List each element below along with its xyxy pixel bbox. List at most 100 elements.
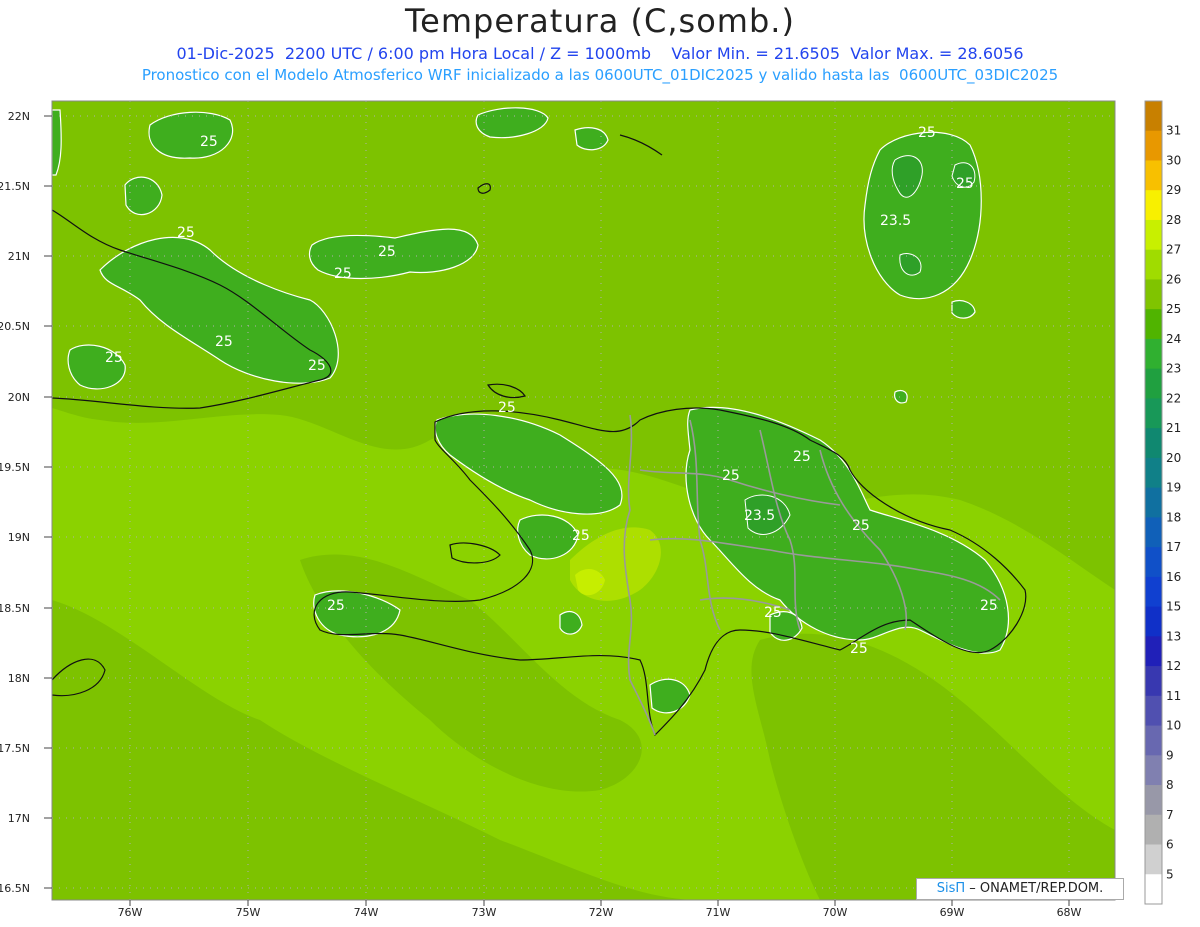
colorbar-label: 5 [1166, 867, 1174, 881]
contour-label: 25 [105, 350, 123, 366]
contour-label: 25 [850, 641, 868, 657]
colorbar-label: 15 [1166, 600, 1181, 614]
colorbar-label: 9 [1166, 748, 1174, 762]
lon-label: 71W [706, 906, 731, 919]
contour-label: 25 [572, 528, 590, 544]
colorbar-label: 8 [1166, 778, 1174, 792]
colorbar-swatch [1145, 547, 1162, 578]
colorbar-label: 6 [1166, 838, 1174, 852]
contour-label: 25 [764, 605, 782, 621]
lat-label: 22N [8, 110, 30, 123]
colorbar-swatch [1145, 457, 1162, 489]
lon-label: 73W [472, 906, 497, 919]
contour-label: 25 [378, 244, 396, 260]
colorbar-swatch [1145, 487, 1162, 518]
colorbar-swatch [1145, 219, 1162, 251]
lat-label: 20.5N [0, 320, 30, 333]
credit-text: – ONAMET/REP.DOM. [969, 881, 1104, 896]
colorbar-swatch [1145, 398, 1162, 429]
colorbar-swatch [1145, 249, 1162, 280]
colorbar-legend: 31 30 29 28 27 26 25 24 23 22 21 20 19 18 17 16 15 13 12 11… [1144, 100, 1181, 905]
contour-label: 23.5 [744, 508, 775, 524]
colorbar-label: 12 [1166, 659, 1181, 673]
colorbar-label: 19 [1166, 481, 1181, 495]
colorbar-swatch [1145, 279, 1162, 310]
contour-label: 25 [722, 468, 740, 484]
contour-label: 23.5 [880, 213, 911, 229]
contour-label: 25 [918, 125, 936, 141]
colorbar-swatch [1145, 695, 1162, 727]
colorbar-label: 17 [1166, 540, 1181, 554]
colorbar-label: 28 [1166, 213, 1181, 227]
lon-label: 72W [589, 906, 614, 919]
lat-label: 19N [8, 531, 30, 544]
latitude-axis: 22N 21.5N 21N 20.5N 20N 19.5N 19N 18.5N … [0, 110, 52, 895]
lat-label: 19.5N [0, 461, 30, 474]
sispi-logo: SisΠ [936, 881, 966, 896]
contour-label: 25 [308, 358, 326, 374]
contour-label: 25 [334, 266, 352, 282]
contour-label: 25 [852, 518, 870, 534]
lon-label: 70W [823, 906, 848, 919]
colorbar-label: 24 [1166, 332, 1181, 346]
colorbar-swatch [1145, 309, 1162, 340]
contour-label: 25 [793, 449, 811, 465]
colorbar-label: 13 [1166, 629, 1181, 643]
colorbar-swatch [1145, 160, 1162, 191]
contour-label: 25 [177, 225, 195, 241]
colorbar-label: 25 [1166, 302, 1181, 316]
temperature-map: 25 25 25 25 25 25 25 25 25 25 25 25 25 2… [0, 100, 1181, 919]
lat-label: 21N [8, 250, 30, 263]
colorbar-label: 22 [1166, 391, 1181, 405]
colorbar-label: 20 [1166, 451, 1181, 465]
colorbar-swatch [1145, 666, 1162, 697]
contour-label: 25 [215, 334, 233, 350]
lat-label: 18.5N [0, 602, 30, 615]
colorbar-swatch [1145, 368, 1162, 399]
colorbar-swatch [1145, 428, 1162, 459]
colorbar-label: 16 [1166, 570, 1181, 584]
colorbar-swatch [1145, 755, 1162, 786]
lon-label: 75W [236, 906, 261, 919]
lat-label: 17.5N [0, 742, 30, 755]
lon-label: 74W [354, 906, 379, 919]
credit-box: SisΠ – ONAMET/REP.DOM. [916, 878, 1124, 900]
colorbar-swatch [1145, 814, 1162, 846]
contour-label: 25 [327, 598, 345, 614]
colorbar-label: 31 [1166, 124, 1181, 138]
lat-label: 16.5N [0, 882, 30, 895]
colorbar-label: 10 [1166, 719, 1181, 733]
contour-label: 25 [498, 400, 516, 416]
colorbar-swatch [1145, 576, 1162, 608]
colorbar-label: 23 [1166, 362, 1181, 376]
colorbar-label: 30 [1166, 153, 1181, 167]
contour-label: 25 [980, 598, 998, 614]
colorbar-label: 26 [1166, 272, 1181, 286]
colorbar-swatch [1145, 844, 1162, 875]
lon-label: 68W [1057, 906, 1082, 919]
colorbar-swatch [1145, 785, 1162, 816]
lat-label: 18N [8, 672, 30, 685]
colorbar-swatch [1145, 338, 1162, 370]
colorbar-swatch [1145, 874, 1162, 905]
lon-label: 76W [118, 906, 143, 919]
contour-label: 25 [200, 134, 218, 150]
colorbar-label: 21 [1166, 421, 1181, 435]
colorbar-label: 27 [1166, 243, 1181, 257]
colorbar-swatch [1145, 606, 1162, 637]
contour-label: 25 [956, 176, 974, 192]
lat-label: 20N [8, 391, 30, 404]
colorbar-swatch [1145, 636, 1162, 667]
colorbar-label: 18 [1166, 510, 1181, 524]
colorbar-swatch [1145, 190, 1162, 221]
longitude-axis: 76W 75W 74W 73W 72W 71W 70W 69W 68W [118, 900, 1082, 919]
lat-label: 21.5N [0, 180, 30, 193]
colorbar-label: 11 [1166, 689, 1181, 703]
colorbar-swatch [1145, 101, 1162, 132]
lat-label: 17N [8, 812, 30, 825]
colorbar-label: 7 [1166, 808, 1174, 822]
colorbar-swatch [1145, 517, 1162, 548]
colorbar-swatch [1145, 130, 1162, 161]
lon-label: 69W [940, 906, 965, 919]
colorbar-label: 29 [1166, 183, 1181, 197]
